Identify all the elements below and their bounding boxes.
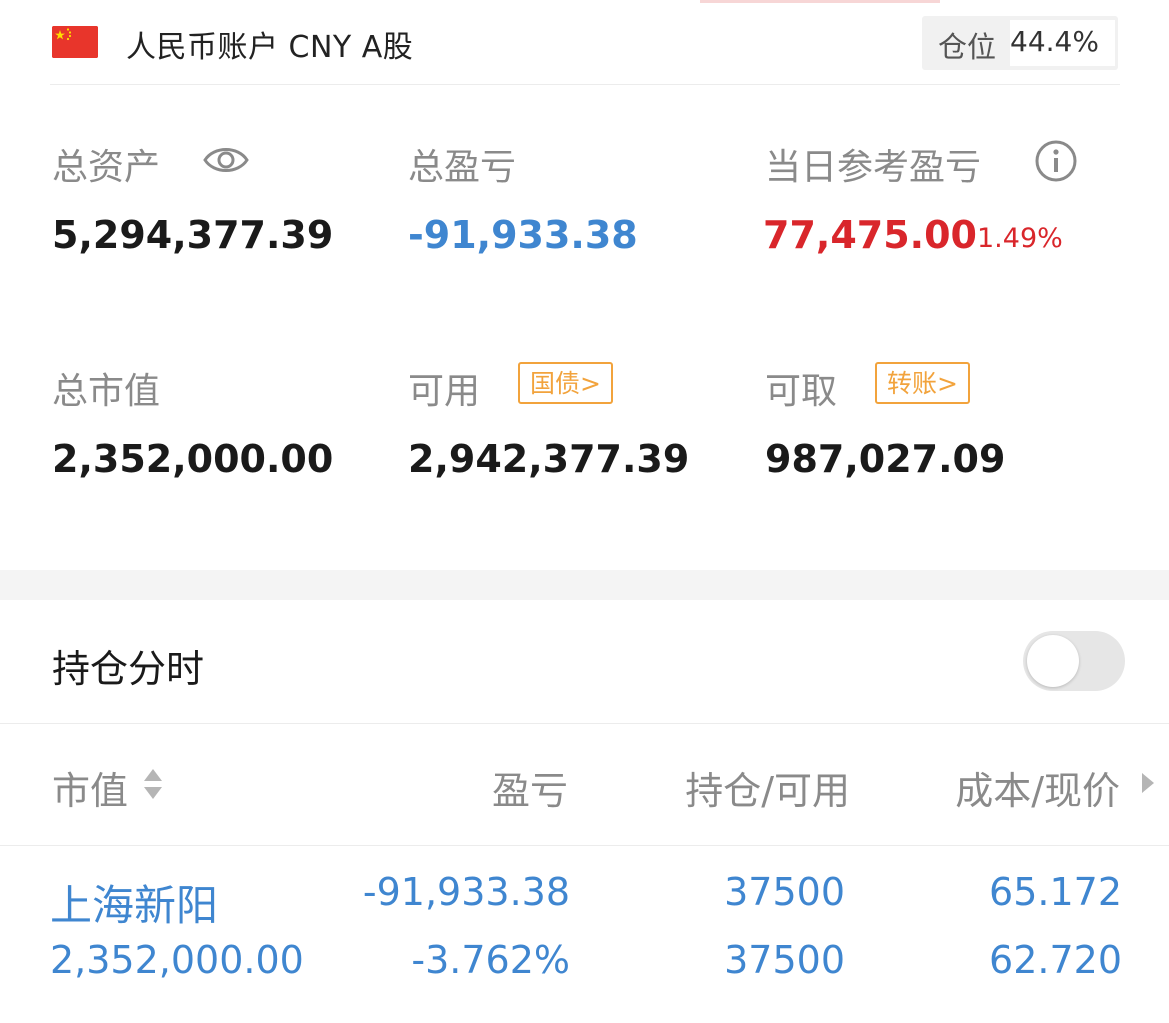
stock-name[interactable]: 上海新阳 bbox=[50, 872, 218, 933]
row-cost: 65.172 bbox=[989, 870, 1122, 914]
account-title: 人民币账户 CNY A股 bbox=[126, 30, 414, 65]
market-value-value: 2,352,000.00 bbox=[52, 437, 334, 481]
daily-pl-percent: 1.49% bbox=[977, 223, 1063, 254]
header-market-value[interactable]: 市值 bbox=[52, 760, 128, 815]
position-value: 44.4% bbox=[1010, 20, 1115, 66]
row-position: 37500 bbox=[724, 870, 845, 914]
market-value-label: 总市值 bbox=[52, 371, 161, 412]
header-position-available[interactable]: 持仓/可用 bbox=[620, 760, 850, 815]
row-market-value: 2,352,000.00 bbox=[50, 938, 304, 982]
row-pl-percent: -3.762% bbox=[411, 938, 570, 982]
eye-icon[interactable] bbox=[202, 140, 250, 180]
daily-pl-label: 当日参考盈亏 bbox=[765, 147, 982, 188]
total-assets-label: 总资产 bbox=[52, 147, 161, 188]
header-pl[interactable]: 盈亏 bbox=[400, 760, 568, 815]
row-price: 62.720 bbox=[989, 938, 1122, 982]
withdrawable-value: 987,027.09 bbox=[765, 437, 1006, 481]
info-icon[interactable] bbox=[1034, 139, 1078, 183]
available-value: 2,942,377.39 bbox=[408, 437, 690, 481]
position-label: 仓位 bbox=[938, 30, 997, 64]
divider bbox=[50, 84, 1120, 85]
withdrawable-label: 可取 bbox=[765, 371, 838, 412]
divider bbox=[0, 723, 1169, 724]
daily-pl-value: 77,475.00 bbox=[763, 213, 977, 257]
row-pl: -91,933.38 bbox=[362, 870, 570, 914]
sort-icon[interactable] bbox=[142, 765, 164, 803]
chevron-right-icon[interactable] bbox=[1139, 770, 1157, 796]
section-gap bbox=[0, 570, 1169, 600]
treasury-bond-button[interactable]: 国债> bbox=[518, 362, 613, 404]
header-cost-price[interactable]: 成本/现价 bbox=[880, 760, 1120, 815]
total-pl-label: 总盈亏 bbox=[408, 147, 517, 188]
transfer-button[interactable]: 转账> bbox=[875, 362, 970, 404]
total-assets-value: 5,294,377.39 bbox=[52, 213, 334, 257]
total-pl-value: -91,933.38 bbox=[408, 213, 638, 257]
china-flag-icon bbox=[52, 26, 98, 58]
top-indicator-line bbox=[700, 0, 940, 3]
available-label: 可用 bbox=[408, 371, 481, 412]
toggle-knob bbox=[1027, 635, 1079, 687]
row-available: 37500 bbox=[724, 938, 845, 982]
holdings-intraday-title: 持仓分时 bbox=[52, 647, 205, 691]
